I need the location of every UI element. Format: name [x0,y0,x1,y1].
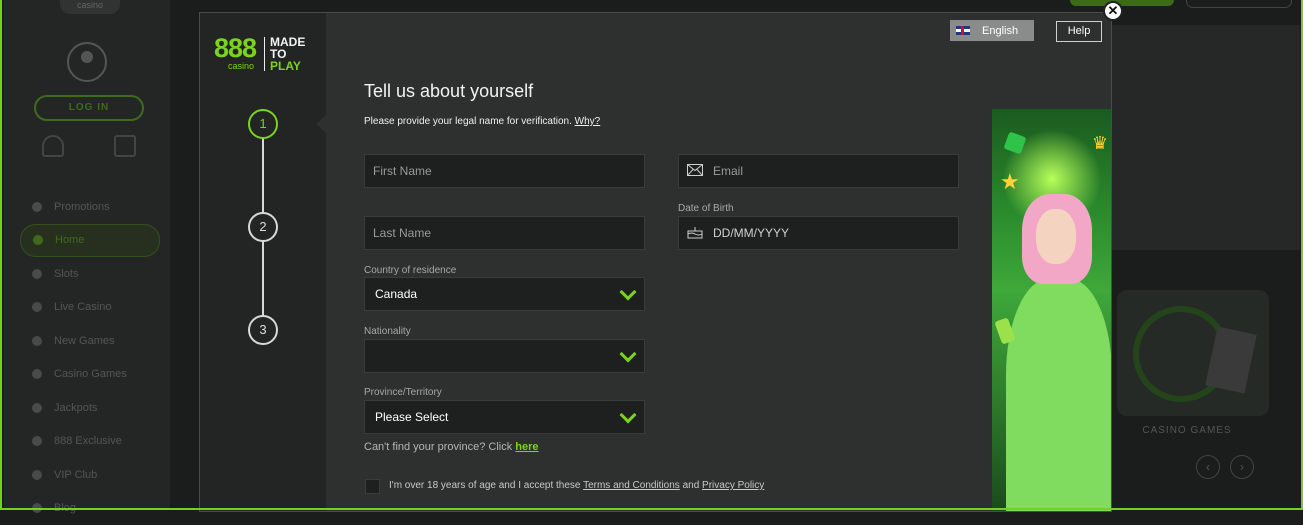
cake-icon [687,225,703,242]
nav-item-blog: Blog [20,492,160,525]
nav-item-home: Home [20,224,160,258]
registration-modal: 888 casino MADE TO PLAY 1 2 3 English He… [199,12,1112,512]
nav-item-vip-club: VIP Club [20,458,160,492]
province-hint: Can't find your province? Click here [364,441,539,453]
privacy-link[interactable]: Privacy Policy [702,480,764,491]
nav-item-slots: Slots [20,257,160,291]
envelope-icon [687,164,703,179]
province-here-link[interactable]: here [515,441,538,453]
step-pointer [316,115,326,133]
nav-item-live-casino: Live Casino [20,291,160,325]
province-select[interactable]: Please Select [364,400,645,434]
next-arrow-icon: › [1230,455,1254,479]
promo-image: ★ ♛ [992,109,1112,512]
background-icon-row [40,135,140,159]
step-3: 3 [248,315,278,345]
gift-icon [114,135,136,157]
casino-game-card [1117,290,1269,416]
dob-label: Date of Birth [678,203,734,214]
background-nav: Promotions Home Slots Live Casino New Ga… [20,190,160,525]
chevron-down-icon [620,407,637,424]
bell-icon [42,135,64,157]
page-title: Tell us about yourself [364,81,533,102]
modal-side-panel: 888 casino MADE TO PLAY 1 2 3 [200,13,326,511]
terms-text: I'm over 18 years of age and I accept th… [389,480,764,491]
last-name-field[interactable]: Last Name [364,216,645,250]
terms-link[interactable]: Terms and Conditions [583,480,680,491]
login-button: LOG IN [34,95,144,121]
background-logo-tab: casino [60,0,120,14]
nationality-select[interactable] [364,339,645,373]
step-1: 1 [248,109,278,139]
step-2: 2 [248,212,278,242]
dob-field[interactable]: DD/MM/YYYY [678,216,959,250]
chevron-down-icon [620,284,637,301]
prev-arrow-icon: ‹ [1196,455,1220,479]
province-label: Province/Territory [364,387,442,398]
background-banner [1112,25,1300,250]
subtitle: Please provide your legal name for verif… [364,116,600,127]
avatar-icon [67,42,107,82]
nav-item-casino-games: Casino Games [20,358,160,392]
language-selector[interactable]: English [950,20,1034,41]
country-label: Country of residence [364,265,456,276]
close-icon[interactable]: ✕ [1103,1,1123,21]
888-casino-logo: 888 casino MADE TO PLAY [214,35,314,75]
nav-item-888-exclusive: 888 Exclusive [20,425,160,459]
nav-item-promotions: Promotions [20,190,160,224]
email-field[interactable]: Email [678,154,959,188]
help-button[interactable]: Help [1056,21,1102,42]
age-terms-checkbox[interactable] [365,479,380,494]
country-select[interactable]: Canada [364,277,645,311]
nationality-label: Nationality [364,326,411,337]
casino-games-label: CASINO GAMES [1117,425,1257,436]
why-link[interactable]: Why? [575,116,601,127]
uk-flag-icon [956,26,970,35]
first-name-field[interactable]: First Name [364,154,645,188]
chevron-down-icon [620,346,637,363]
nav-item-new-games: New Games [20,324,160,358]
nav-item-jackpots: Jackpots [20,391,160,425]
